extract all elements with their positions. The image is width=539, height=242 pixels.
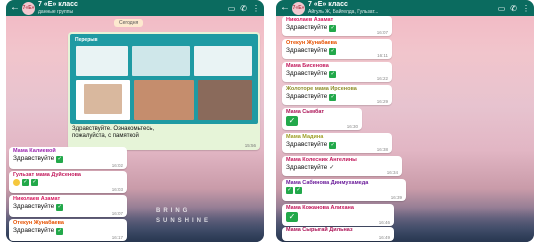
- sender-name: Отекун Жунабаева: [286, 40, 337, 46]
- phone-icon[interactable]: ✆: [510, 4, 517, 13]
- sender-name: Мама Сымбат: [286, 109, 325, 115]
- check-icon: ✓: [329, 24, 337, 32]
- chat-title-block[interactable]: 7 «Е» класс данные группы: [38, 1, 225, 15]
- check-icon: ✓: [56, 155, 64, 163]
- message-time: 16:02: [111, 163, 123, 168]
- video-call-icon[interactable]: ▭: [498, 4, 506, 13]
- message-time: 16:38: [376, 147, 388, 152]
- back-arrow-icon[interactable]: ←: [280, 3, 290, 13]
- check-icon: ✓: [56, 227, 64, 235]
- chat-subtitle: Айгуль Ж, Байгелда, Гульзат...: [308, 9, 379, 15]
- message-time: 16:22: [376, 76, 388, 81]
- message-time: 16:34: [386, 170, 398, 175]
- message-bubble[interactable]: Мама Мадина Здравствуйте ✓ 16:38: [282, 133, 392, 153]
- wallpaper-watermark: BRING SUNSHINE: [156, 208, 212, 224]
- check-icon: ✓: [295, 187, 302, 194]
- back-arrow-icon[interactable]: ←: [10, 3, 20, 13]
- sender-name: Мама Кожанова Алихана: [286, 205, 354, 211]
- sender-name: Николаев Азамат: [286, 17, 334, 23]
- chat-title: 7 «Е» класс: [308, 1, 348, 8]
- check-icon: ✓: [329, 141, 337, 149]
- video-call-icon[interactable]: ▭: [228, 4, 236, 13]
- sender-name: Мама Мадина: [286, 134, 324, 140]
- message-text: Здравствуйте: [13, 203, 55, 210]
- message-time: 16:46: [378, 220, 390, 225]
- check-icon: ✓: [329, 93, 337, 101]
- image-caption-line2: пожалуйста, с памяткой: [72, 133, 139, 139]
- image-message[interactable]: Перерыв Здравствуйте. Ознакомьтесь, пожа…: [68, 32, 260, 150]
- message-time: 16:30: [346, 124, 358, 129]
- message-time: 16:17: [111, 235, 123, 240]
- sender-name: Николаев Азамат: [13, 196, 61, 202]
- check-icon: ✓: [22, 179, 29, 186]
- sender-name: Мама Сабинова Динмухамеда: [286, 180, 369, 186]
- message-bubble[interactable]: Мама Сырыгай Дильназ 16:49: [282, 227, 394, 241]
- check-icon: ✓: [286, 212, 298, 222]
- phone-icon[interactable]: ✆: [240, 4, 247, 13]
- message-bubble[interactable]: Мама Сымбат ✓ 16:30: [282, 108, 362, 130]
- message-text: Здравствуйте: [286, 141, 328, 148]
- emoji-icon: [13, 179, 20, 186]
- more-icon[interactable]: ⋮: [252, 4, 260, 13]
- sender-name: Гульзат мама Дуйсенова: [13, 172, 81, 178]
- message-bubble[interactable]: Николаев Азамат Здравствуйте ✓ 16:07: [9, 195, 127, 217]
- chat-subtitle: данные группы: [38, 9, 74, 15]
- sender-name: Мама Колесник Ангелины: [286, 157, 357, 163]
- group-avatar[interactable]: 7«Е»: [292, 1, 305, 15]
- message-text: Здравствуйте: [286, 47, 328, 54]
- message-bubble[interactable]: Мама Бисенова Здравствуйте ✓ 16:22: [282, 62, 392, 82]
- image-caption-line1: Здравствуйте. Ознакомьтесь,: [72, 126, 155, 132]
- chat-header: ← 7«Е» 7 «Е» класс данные группы ▭ ✆ ⋮: [6, 0, 264, 16]
- chat-screen-right: ← 7«Е» 7 «Е» класс Айгуль Ж, Байгелда, Г…: [276, 0, 534, 242]
- message-text: Здравствуйте: [286, 70, 328, 77]
- message-time: 16:07: [111, 211, 123, 216]
- message-time: 16:49: [378, 235, 390, 240]
- sender-name: Мама Калиевой: [13, 148, 56, 154]
- poster-title: Перерыв: [75, 37, 98, 43]
- message-text: Здравствуйте: [13, 227, 55, 234]
- message-bubble[interactable]: Николаев Азамат Здравствуйте ✓ 16:07: [282, 16, 392, 36]
- message-time: 16:07: [376, 30, 388, 35]
- message-bubble[interactable]: Мама Калиевой Здравствуйте ✓ 16:02: [9, 147, 127, 169]
- message-text: Здравствуйте: [286, 93, 328, 100]
- more-icon[interactable]: ⋮: [522, 4, 530, 13]
- memo-image[interactable]: Перерыв: [70, 34, 258, 124]
- message-bubble[interactable]: Отекун Жунабаева Здравствуйте ✓ 16:17: [9, 219, 127, 241]
- message-time: 16:39: [390, 195, 402, 200]
- message-bubble[interactable]: Мама Кожанова Алихана ✓ 16:46: [282, 204, 394, 226]
- message-time: 15:56: [244, 143, 256, 148]
- message-text: Здравствуйте: [286, 164, 328, 171]
- chat-title: 7 «Е» класс: [38, 1, 78, 8]
- check-icon: ✓: [286, 187, 293, 194]
- check-icon: ✓: [329, 70, 337, 78]
- chat-title-block[interactable]: 7 «Е» класс Айгуль Ж, Байгелда, Гульзат.…: [308, 1, 495, 15]
- message-time: 16:11: [377, 53, 388, 58]
- message-text: Здравствуйте: [286, 24, 328, 31]
- date-chip: Сегодня: [114, 19, 144, 27]
- check-icon: ✓: [286, 116, 298, 126]
- message-bubble[interactable]: Жолоторе мама Ирсенова Здравствуйте ✓ 16:…: [282, 85, 392, 105]
- check-icon: ✓: [56, 203, 64, 211]
- sender-name: Отекун Жунабаева: [13, 220, 64, 226]
- message-bubble[interactable]: Мама Сабинова Динмухамеда ✓ ✓ 16:39: [282, 179, 406, 201]
- check-icon: ✓: [329, 47, 337, 55]
- message-bubble[interactable]: Гульзат мама Дуйсенова ✓ ✓ 16:03: [9, 171, 127, 193]
- sender-name: Жолоторе мама Ирсенова: [286, 86, 357, 92]
- message-time: 16:29: [376, 99, 388, 104]
- message-bubble[interactable]: Мама Колесник Ангелины Здравствуйте ✓ 16:…: [282, 156, 402, 176]
- check-icon: ✓: [329, 165, 335, 171]
- message-time: 16:03: [111, 187, 123, 192]
- sender-name: Мама Бисенова: [286, 63, 329, 69]
- chat-screen-left: ← 7«Е» 7 «Е» класс данные группы ▭ ✆ ⋮ С…: [6, 0, 264, 242]
- chat-header: ← 7«Е» 7 «Е» класс Айгуль Ж, Байгелда, Г…: [276, 0, 534, 16]
- message-bubble[interactable]: Отекун Жунабаева Здравствуйте ✓ 16:11: [282, 39, 392, 59]
- group-avatar[interactable]: 7«Е»: [22, 1, 35, 15]
- check-icon: ✓: [31, 179, 38, 186]
- message-text: Здравствуйте: [13, 155, 55, 162]
- sender-name: Мама Сырыгай Дильназ: [286, 227, 353, 233]
